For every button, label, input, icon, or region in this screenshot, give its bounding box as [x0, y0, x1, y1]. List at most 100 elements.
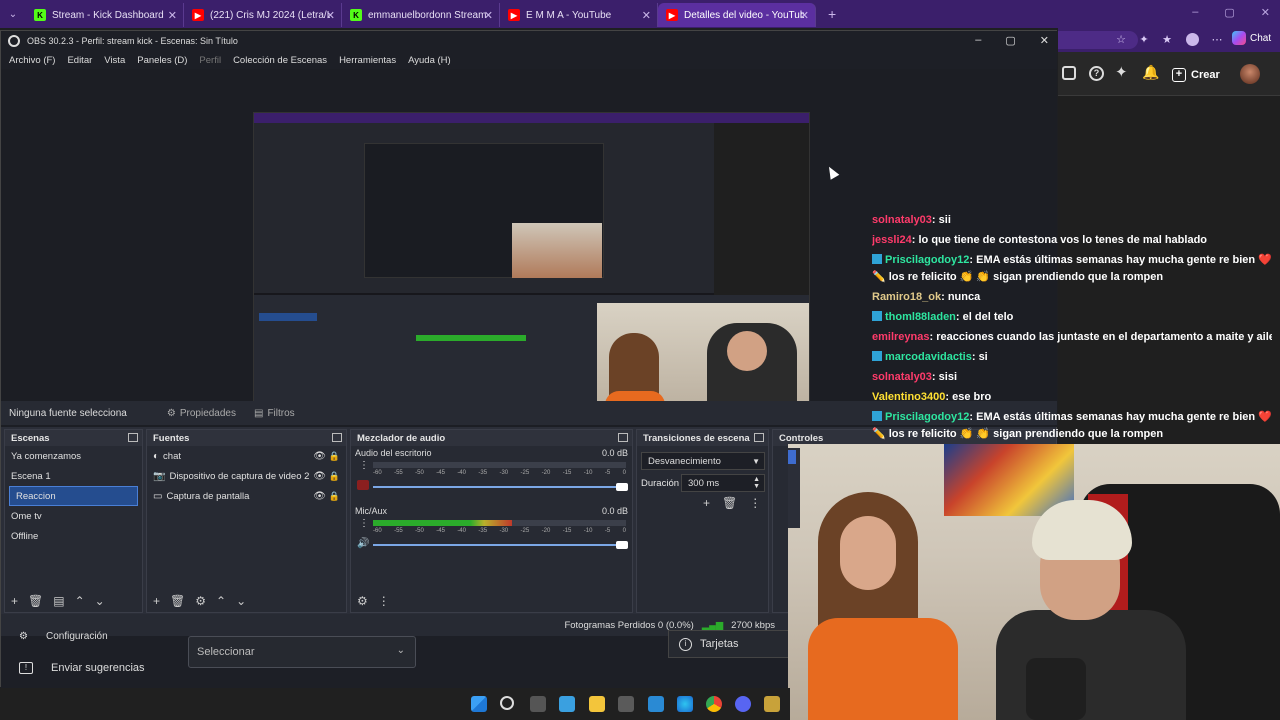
properties-button[interactable]: ⚙ Propiedades [167, 408, 236, 419]
help-icon[interactable]: ? [1089, 66, 1104, 81]
tab-youtube-studio[interactable]: ▶ Detalles del video - YouTube Studi ✕ [658, 3, 816, 27]
move-up-icon[interactable]: ⌃ [75, 594, 85, 608]
feedback-row[interactable]: ! Enviar sugerencias [19, 662, 145, 674]
file-explorer-icon[interactable] [589, 696, 605, 712]
scene-item[interactable]: Offline [5, 526, 142, 546]
undock-icon[interactable] [754, 433, 764, 442]
discord-icon[interactable] [735, 696, 751, 712]
visibility-eye-icon[interactable]: 👁 [313, 491, 326, 502]
add-icon[interactable]: + [703, 496, 710, 510]
tab-list-chevron-icon[interactable]: ⌄ [0, 9, 26, 20]
trash-icon[interactable]: 🗑 [28, 594, 43, 608]
minimize-icon[interactable]: – [1192, 6, 1198, 19]
chat-text: sisi [938, 371, 958, 383]
vscode-icon[interactable] [648, 696, 664, 712]
tarjetas-button[interactable]: i Tarjetas [668, 630, 792, 658]
menu-archivo[interactable]: Archivo (F) [9, 55, 55, 66]
speaker-icon[interactable]: 🔊 [357, 538, 369, 549]
gear-icon[interactable]: ⚙ [195, 594, 206, 608]
track-menu-icon[interactable]: ⋮ [359, 518, 369, 529]
profile-avatar[interactable] [1186, 33, 1199, 46]
volume-slider[interactable] [373, 541, 628, 549]
close-tab-icon[interactable]: ✕ [168, 9, 177, 22]
filters-button[interactable]: ▤ Filtros [254, 408, 295, 419]
scene-item[interactable]: Escena 1 [5, 466, 142, 486]
menu-vista[interactable]: Vista [104, 55, 125, 66]
advanced-audio-icon[interactable]: ⚙ [357, 594, 368, 608]
trash-icon[interactable]: 🗑 [170, 594, 185, 608]
seleccionar-dropdown[interactable]: Seleccionar ⌄ [188, 636, 416, 668]
store-icon[interactable] [618, 696, 634, 712]
maximize-icon[interactable]: ▢ [1224, 6, 1234, 19]
volume-slider[interactable] [373, 483, 628, 491]
app-icon[interactable] [764, 696, 780, 712]
undock-icon[interactable] [128, 433, 138, 442]
channel-avatar[interactable] [1240, 64, 1260, 84]
minimize-icon[interactable]: – [975, 34, 981, 47]
track-menu-icon[interactable]: ⋮ [359, 460, 369, 471]
widgets-icon[interactable] [559, 696, 575, 712]
copilot-chat-button[interactable]: Chat [1232, 31, 1271, 45]
scene-item[interactable]: Ya comenzamos [5, 446, 142, 466]
lock-icon[interactable]: 🔒 [329, 471, 340, 482]
source-item[interactable]: ◐ chat 👁 🔒 [147, 446, 346, 466]
close-tab-icon[interactable]: ✕ [642, 9, 651, 22]
task-view-icon[interactable] [530, 696, 546, 712]
close-tab-icon[interactable]: ✕ [326, 9, 335, 22]
add-icon[interactable]: + [153, 594, 160, 608]
sparkle-icon[interactable]: ✦ [1115, 63, 1128, 81]
move-down-icon[interactable]: ⌄ [236, 594, 246, 608]
more-icon[interactable]: ⋮ [749, 496, 761, 510]
extensions-icon[interactable]: ✦ [1137, 33, 1151, 47]
muted-speaker-icon[interactable] [357, 480, 369, 490]
chrome-icon[interactable] [706, 696, 722, 712]
menu-ayuda[interactable]: Ayuda (H) [408, 55, 451, 66]
duration-spinner[interactable]: 300 ms ▲ ▼ [681, 474, 765, 492]
menu-editar[interactable]: Editar [67, 55, 92, 66]
spinner-arrows-icon[interactable]: ▲ ▼ [753, 476, 760, 490]
undock-icon[interactable] [618, 433, 628, 442]
menu-herramientas[interactable]: Herramientas [339, 55, 396, 66]
config-row[interactable]: ⚙ Configuración [19, 631, 108, 642]
trash-icon[interactable]: 🗑 [722, 496, 737, 510]
transition-select[interactable]: Desvanecimiento ▼ [641, 452, 765, 470]
menu-coleccion-escenas[interactable]: Colección de Escenas [233, 55, 327, 66]
menu-paneles[interactable]: Paneles (D) [137, 55, 187, 66]
move-down-icon[interactable]: ⌄ [95, 594, 105, 608]
move-up-icon[interactable]: ⌃ [216, 594, 226, 608]
tab-youtube-channel[interactable]: ▶ E M M A - YouTube ✕ [500, 3, 658, 27]
mixer-menu-icon[interactable]: ⋮ [378, 594, 390, 608]
search-icon[interactable] [500, 696, 514, 710]
tab-kick-stream[interactable]: K emmanuelbordonn Stream - Watc ✕ [342, 3, 500, 27]
new-tab-button[interactable]: + [828, 6, 836, 22]
notifications-bell-icon[interactable]: 🔔 [1142, 64, 1159, 81]
lock-icon[interactable]: 🔒 [329, 491, 340, 502]
start-stream-button-edge[interactable] [788, 450, 796, 464]
favorites-icon[interactable]: ★ [1160, 33, 1174, 47]
source-item[interactable]: 📷 Dispositivo de captura de video 2 👁 🔒 [147, 466, 346, 486]
visibility-eye-icon[interactable]: 👁 [313, 471, 326, 482]
menu-perfil[interactable]: Perfil [199, 55, 221, 66]
scene-item[interactable]: Ome tv [5, 506, 142, 526]
close-icon[interactable]: ✕ [1261, 6, 1270, 19]
source-item[interactable]: ▭ Captura de pantalla 👁 🔒 [147, 486, 346, 506]
chat-text: sii [938, 214, 951, 226]
edge-icon[interactable] [677, 696, 693, 712]
filter-icon[interactable]: ▤ [53, 594, 64, 608]
lock-icon[interactable]: 🔒 [329, 451, 340, 462]
close-icon[interactable]: ✕ [1040, 34, 1049, 47]
create-button[interactable]: + Crear [1172, 64, 1220, 86]
more-options-icon[interactable]: ⋯ [1210, 33, 1224, 47]
tab-kick-dashboard[interactable]: K Stream - Kick Dashboard ✕ [26, 3, 184, 27]
close-tab-icon[interactable]: ✕ [800, 9, 809, 22]
scene-item-selected[interactable]: Reaccion [9, 486, 138, 506]
visibility-eye-icon[interactable]: 👁 [313, 451, 326, 462]
undock-icon[interactable] [332, 433, 342, 442]
windows-start-icon[interactable] [471, 696, 487, 712]
feedback-icon[interactable] [1062, 66, 1076, 80]
close-tab-icon[interactable]: ✕ [484, 9, 493, 22]
maximize-icon[interactable]: ▢ [1005, 34, 1015, 47]
tab-youtube-music[interactable]: ▶ (221) Cris MJ 2024 (Letra/Lyrics) M ✕ [184, 3, 342, 27]
favorite-star-icon[interactable]: ☆ [1114, 33, 1128, 47]
add-icon[interactable]: + [11, 594, 18, 608]
